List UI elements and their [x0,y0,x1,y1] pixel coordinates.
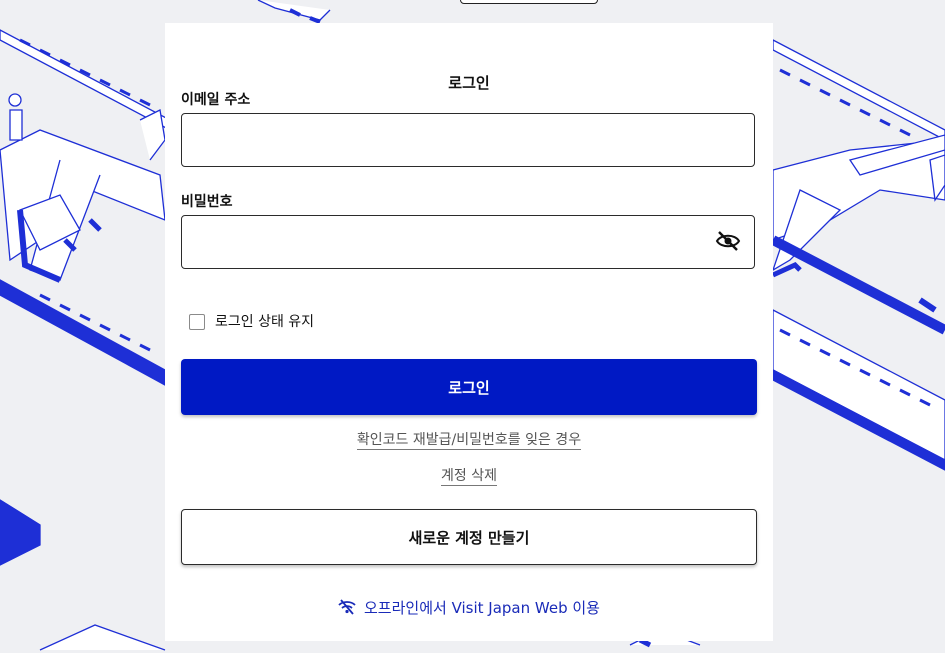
offline-link-label: 오프라인에서 Visit Japan Web 이용 [364,599,600,617]
email-field[interactable] [181,113,755,167]
remember-checkbox[interactable] [189,314,205,330]
wifi-off-icon [338,599,356,615]
login-button[interactable]: 로그인 [181,359,757,415]
email-label: 이메일 주소 [181,92,251,108]
offline-link[interactable]: 오프라인에서 Visit Japan Web 이용 [165,598,773,618]
password-label: 비밀번호 [181,194,233,210]
create-account-button[interactable]: 새로운 계정 만들기 [181,509,757,565]
password-field[interactable] [181,215,755,269]
top-tab-edge [460,0,598,4]
page-title: 로그인 [448,74,490,92]
delete-link-row: 계정 삭제 [165,467,773,486]
remember-me[interactable]: 로그인 상태 유지 [189,313,314,331]
remember-label: 로그인 상태 유지 [215,314,315,330]
eye-off-icon[interactable] [715,230,741,252]
delete-account-link[interactable]: 계정 삭제 [441,468,497,486]
reset-link-row: 확인코드 재발급/비밀번호를 잊은 경우 [165,431,773,450]
login-card: 로그인 이메일 주소 비밀번호 로그인 상태 유지 로그인 확인코드 재발급/비… [165,23,773,641]
reset-code-link[interactable]: 확인코드 재발급/비밀번호를 잊은 경우 [356,432,582,450]
